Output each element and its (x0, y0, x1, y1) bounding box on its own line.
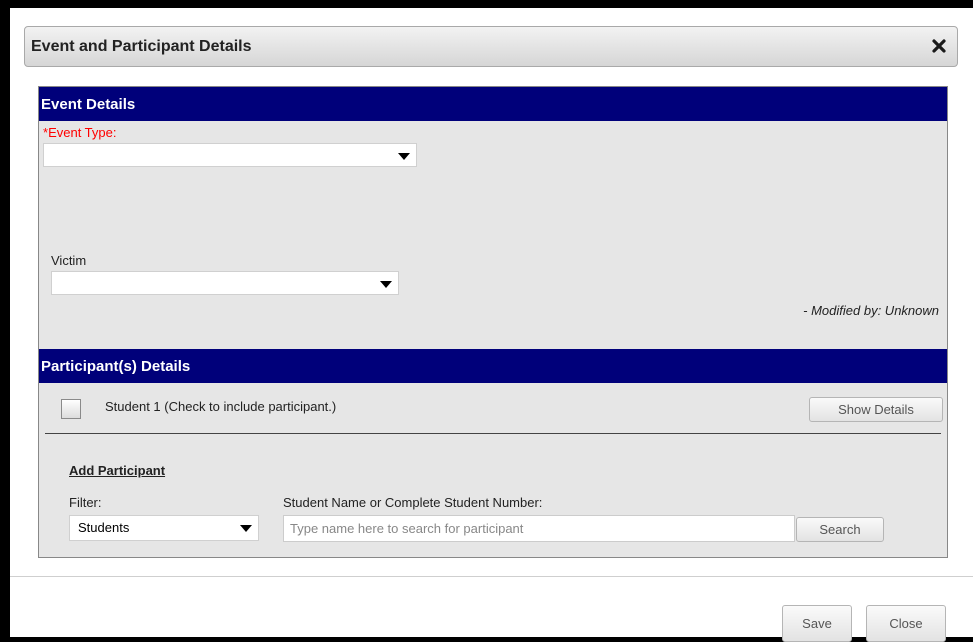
dialog-title: Event and Participant Details (31, 38, 252, 55)
participant-divider (45, 433, 941, 434)
details-panel: Event Details *Event Type: Victim - Modi… (38, 86, 948, 558)
show-details-button[interactable]: Show Details (809, 397, 943, 422)
event-details-header: Event Details (39, 87, 947, 121)
dialog-titlebar: Event and Participant Details (24, 26, 958, 67)
participant-search-input[interactable] (283, 515, 795, 542)
search-button[interactable]: Search (796, 517, 884, 542)
close-button[interactable]: Close (866, 605, 946, 642)
event-type-label: *Event Type: (43, 125, 116, 140)
footer-divider (10, 576, 973, 577)
chevron-down-icon (380, 281, 392, 288)
filter-label: Filter: (69, 495, 102, 510)
event-type-label-text: Event Type: (48, 125, 117, 140)
chevron-down-icon (240, 525, 252, 532)
chevron-down-icon (398, 153, 410, 160)
modified-by-text: - Modified by: Unknown (803, 303, 939, 318)
victim-select[interactable] (51, 271, 399, 295)
participant-checkbox[interactable] (61, 399, 81, 419)
filter-select-value: Students (78, 520, 130, 535)
filter-select[interactable]: Students (69, 515, 259, 541)
add-participant-heading: Add Participant (69, 463, 166, 478)
close-x-icon[interactable] (931, 38, 947, 54)
participant-label: Student 1 (Check to include participant.… (105, 399, 337, 414)
victim-label: Victim (51, 253, 87, 268)
event-type-select[interactable] (43, 143, 417, 167)
event-participant-dialog: Event and Participant Details Event Deta… (10, 8, 973, 642)
participant-details-header: Participant(s) Details (39, 349, 947, 383)
search-label: Student Name or Complete Student Number: (283, 495, 543, 510)
save-button[interactable]: Save (782, 605, 852, 642)
